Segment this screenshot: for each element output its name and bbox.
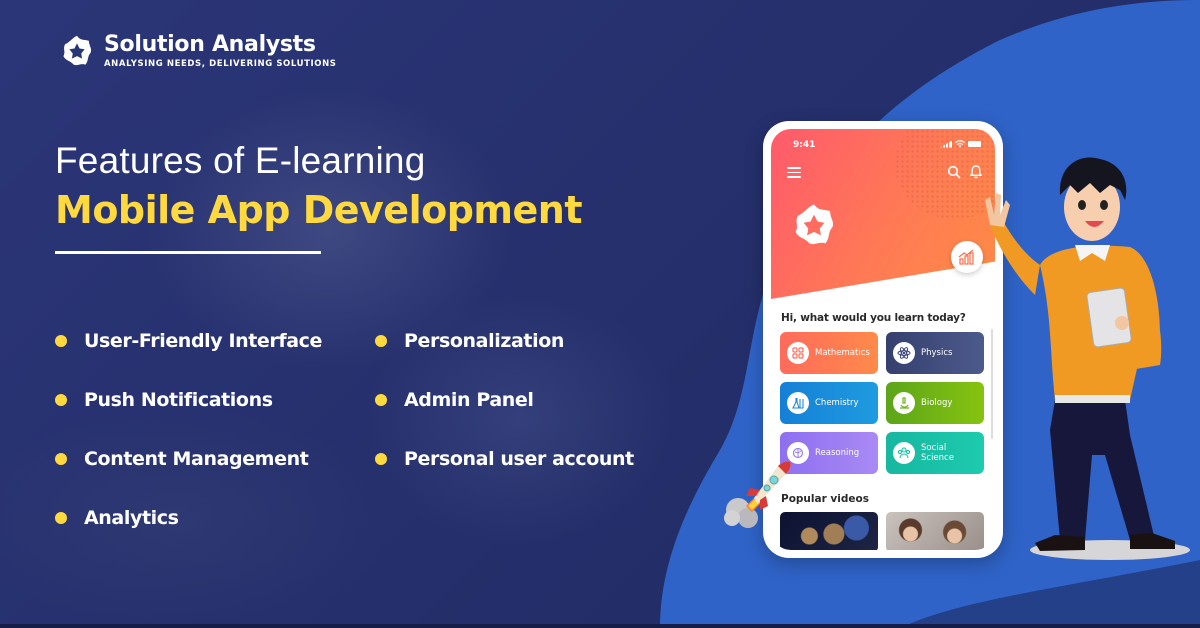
bullet-icon: [375, 335, 387, 347]
brand-logo[interactable]: Solution Analysts ANALYSING NEEDS, DELIV…: [60, 33, 337, 69]
feature-item: Personalization: [375, 328, 675, 354]
analytics-button[interactable]: [951, 241, 983, 273]
subject-grid: Mathematics Physics Chemistry Biology Re…: [780, 332, 986, 474]
star-logo-icon: [63, 35, 92, 66]
subject-card-social-science[interactable]: Social Science: [886, 432, 984, 474]
feature-item: Personal user account: [375, 446, 675, 472]
bullet-icon: [375, 394, 387, 406]
heading-underline: [55, 251, 321, 254]
subject-card-biology[interactable]: Biology: [886, 382, 984, 424]
feature-item: Analytics: [55, 505, 375, 531]
student-illustration: [985, 157, 1190, 560]
status-time: 9:41: [793, 140, 816, 150]
signal-icon: [940, 140, 952, 148]
feature-label: Analytics: [84, 507, 179, 529]
feature-label: User-Friendly Interface: [84, 330, 323, 352]
bullet-icon: [55, 453, 67, 465]
bullet-icon: [55, 512, 67, 524]
feature-label: Push Notifications: [84, 389, 273, 411]
feature-item: Content Management: [55, 446, 375, 472]
greeting-text: Hi, what would you learn today?: [781, 312, 966, 324]
video-thumbnail-children[interactable]: [886, 512, 984, 550]
bullet-icon: [55, 394, 67, 406]
subject-label: Social Science: [921, 443, 954, 463]
feature-item: Push Notifications: [55, 387, 375, 413]
heading-line-1: Features of E-learning: [55, 140, 426, 181]
search-icon[interactable]: [947, 165, 961, 179]
subject-label: Mathematics: [815, 348, 870, 358]
people-icon: [893, 442, 915, 464]
feature-label: Personal user account: [404, 448, 634, 470]
app-logo-icon: [795, 204, 834, 245]
atom-icon: [893, 342, 915, 364]
bullet-icon: [375, 453, 387, 465]
battery-icon: [968, 141, 981, 147]
subject-card-mathematics[interactable]: Mathematics: [780, 332, 878, 374]
wifi-icon: [955, 140, 965, 148]
subject-label: Chemistry: [815, 398, 859, 408]
bar-chart-icon: [958, 249, 974, 265]
subject-label: Biology: [921, 398, 953, 408]
subject-label: Physics: [921, 348, 953, 358]
subject-label: Reasoning: [815, 448, 860, 458]
status-icons: [940, 140, 981, 148]
brand-name: Solution Analysts: [104, 32, 316, 57]
flask-icon: [787, 392, 809, 414]
subject-card-chemistry[interactable]: Chemistry: [780, 382, 878, 424]
feature-label: Content Management: [84, 448, 309, 470]
feature-label: Personalization: [404, 330, 564, 352]
calculator-icon: [787, 342, 809, 364]
feature-item: Admin Panel: [375, 387, 675, 413]
bullet-icon: [55, 335, 67, 347]
features-list: User-Friendly Interface Personalization …: [55, 328, 675, 531]
microscope-icon: [893, 392, 915, 414]
heading-line-2: Mobile App Development: [55, 188, 583, 232]
feature-item: User-Friendly Interface: [55, 328, 375, 354]
bottom-strip: [0, 624, 1200, 628]
video-list: [780, 512, 986, 550]
feature-label: Admin Panel: [404, 389, 534, 411]
rocket-icon: [724, 461, 791, 528]
phone-screen: 9:41 Hi, what would you learn today? Mat…: [771, 129, 995, 550]
brand-tagline: ANALYSING NEEDS, DELIVERING SOLUTIONS: [104, 59, 337, 69]
menu-icon[interactable]: [787, 167, 801, 178]
subject-card-physics[interactable]: Physics: [886, 332, 984, 374]
